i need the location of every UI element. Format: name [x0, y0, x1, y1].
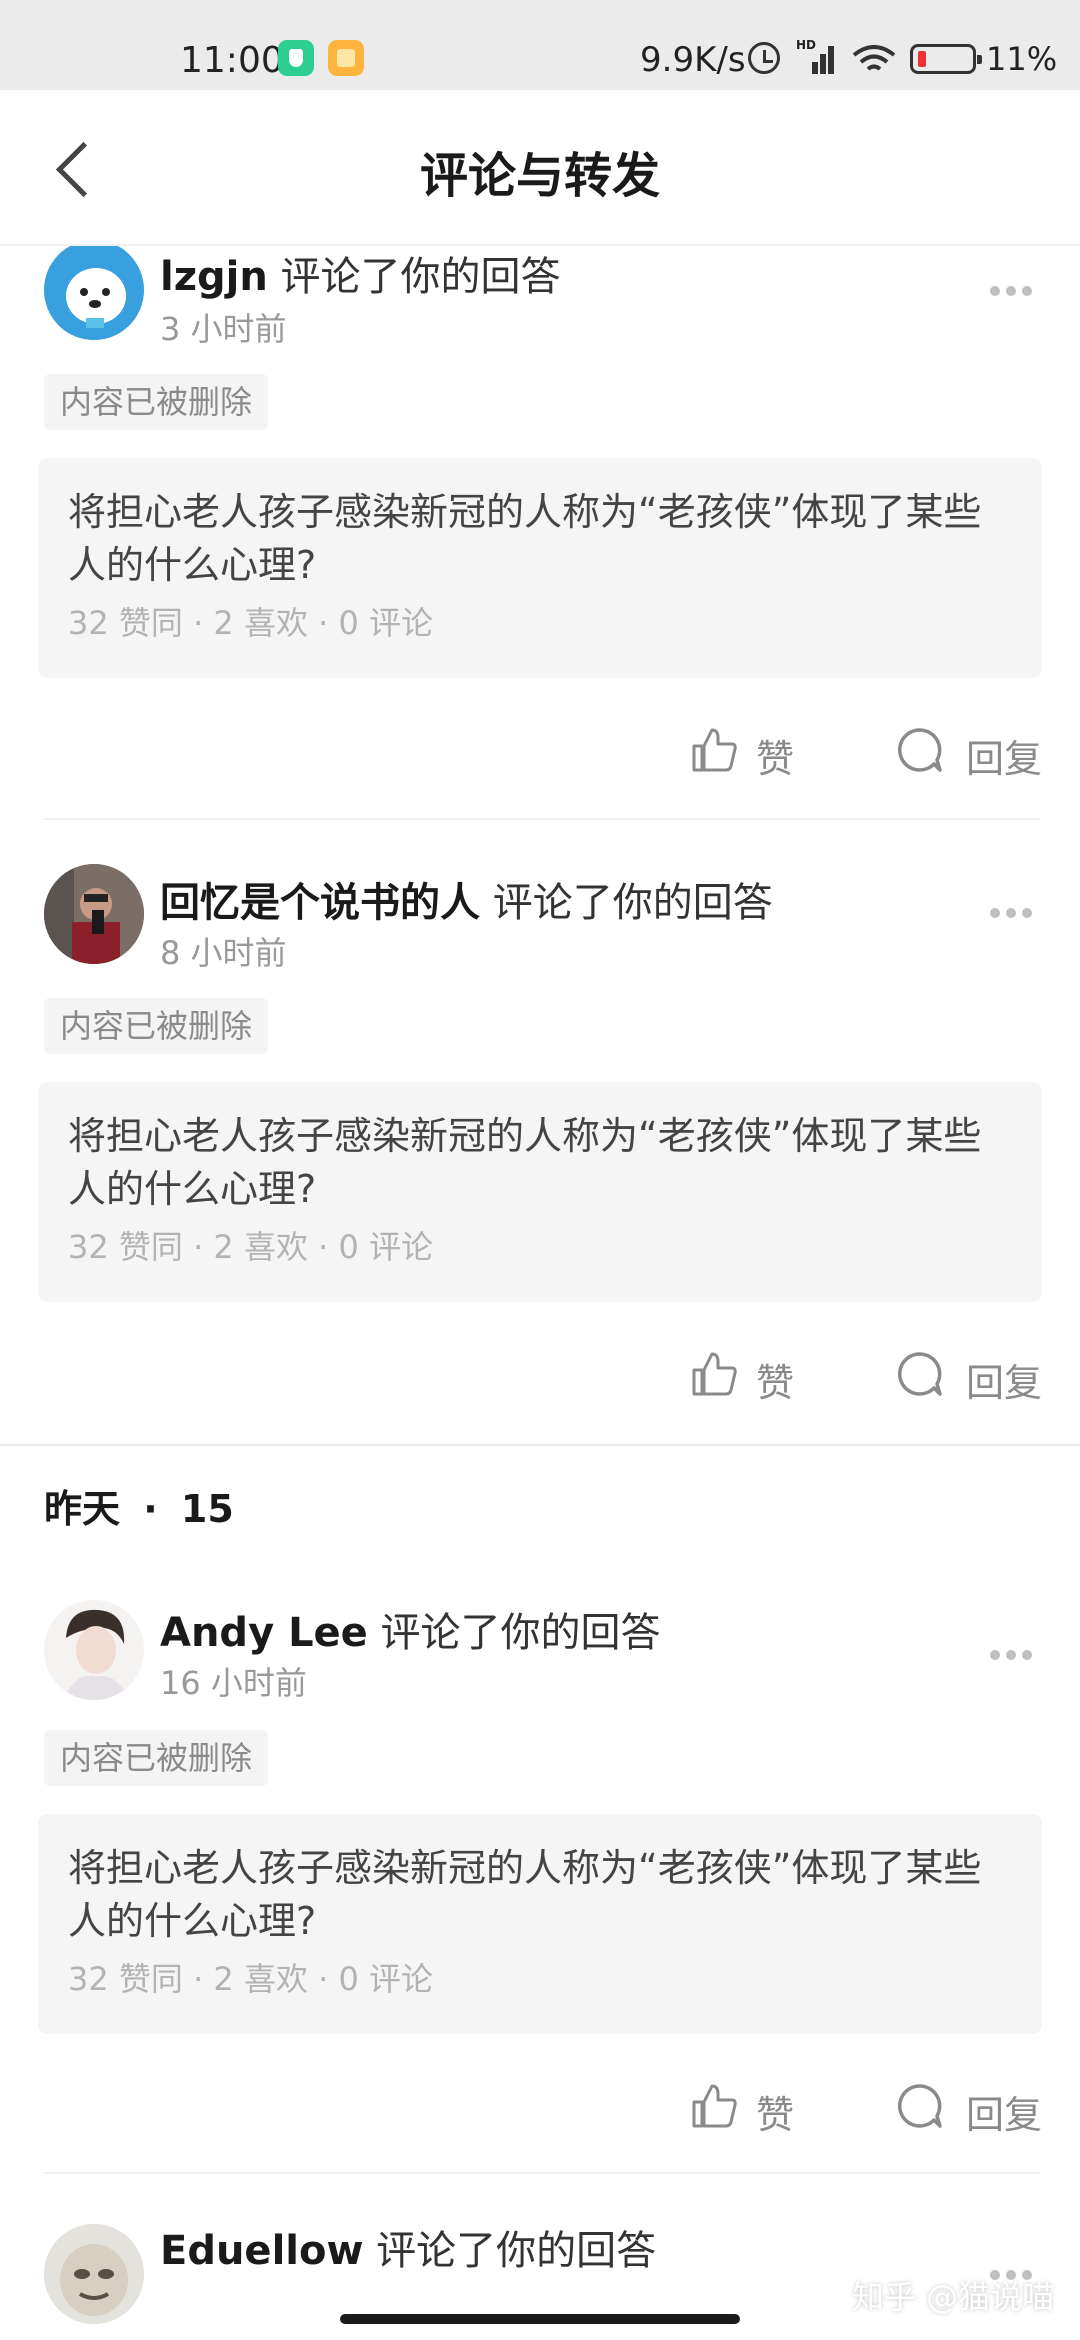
question-title: 将担心老人孩子感染新冠的人称为“老孩侠”体现了某些人的什么心理? [68, 1114, 982, 1211]
battery-percent: 11% [986, 40, 1058, 78]
question-card[interactable]: 将担心老人孩子感染新冠的人称为“老孩侠”体现了某些人的什么心理? 32 赞同 ·… [38, 1814, 1042, 2034]
more-dots-icon[interactable] [990, 1644, 1036, 1664]
notification-card[interactable]: 回忆是个说书的人 评论了你的回答 8 小时前 内容已被删除 将担心老人孩子感染新… [0, 864, 1080, 1438]
reply-button[interactable]: 回复 [896, 722, 1046, 782]
signal-icon [796, 40, 836, 74]
divider [44, 818, 1040, 820]
comment-bubble-icon [897, 1352, 942, 1396]
question-card[interactable]: 将担心老人孩子感染新冠的人称为“老孩侠”体现了某些人的什么心理? 32 赞同 ·… [38, 1082, 1042, 1302]
like-button[interactable]: 赞 [690, 2078, 810, 2138]
section-label: 昨天 [44, 1487, 121, 1531]
avatar[interactable] [44, 2224, 144, 2324]
deleted-tag: 内容已被删除 [44, 1730, 269, 1786]
thumb-up-icon [692, 1352, 737, 1396]
question-card[interactable]: 将担心老人孩子感染新冠的人称为“老孩侠”体现了某些人的什么心理? 32 赞同 ·… [38, 458, 1042, 678]
alarm-icon [748, 42, 780, 74]
notification-headline: lzgjn 评论了你的回答 [160, 246, 561, 302]
section-header: 昨天 · 15 [44, 1487, 234, 1531]
avatar[interactable] [44, 864, 144, 964]
wifi-icon [852, 44, 896, 74]
security-app-icon [278, 40, 314, 76]
reply-button[interactable]: 回复 [896, 1346, 1046, 1406]
section-count: 15 [180, 1487, 234, 1531]
username[interactable]: lzgjn [160, 254, 268, 300]
avatar[interactable] [44, 1600, 144, 1700]
thumb-up-icon [692, 2084, 737, 2128]
like-label: 赞 [756, 737, 795, 781]
username[interactable]: 回忆是个说书的人 [160, 880, 480, 926]
home-indicator[interactable] [340, 2314, 740, 2324]
reply-label: 回复 [966, 1361, 1043, 1405]
question-title: 将担心老人孩子感染新冠的人称为“老孩侠”体现了某些人的什么心理? [68, 490, 982, 587]
reply-button[interactable]: 回复 [896, 2078, 1046, 2138]
more-dots-icon[interactable] [990, 902, 1036, 922]
section-separator [0, 1444, 1080, 1446]
notification-headline: Eduellow 评论了你的回答 [160, 2218, 656, 2276]
page-title: 评论与转发 [419, 148, 660, 204]
notification-time: 3 小时前 [160, 310, 287, 348]
deleted-tag: 内容已被删除 [44, 998, 269, 1054]
comment-bubble-icon [897, 2084, 942, 2128]
notification-headline: 回忆是个说书的人 评论了你的回答 [160, 870, 773, 928]
notification-time: 8 小时前 [160, 934, 287, 972]
notification-feed[interactable]: lzgjn 评论了你的回答 3 小时前 内容已被删除 将担心老人孩子感染新冠的人… [0, 246, 1080, 2340]
question-stats: 32 赞同 · 2 喜欢 · 0 评论 [68, 1960, 433, 1998]
question-title: 将担心老人孩子感染新冠的人称为“老孩侠”体现了某些人的什么心理? [68, 1846, 982, 1943]
watermark: 知乎 @猫说喵 [852, 2278, 1055, 2316]
username[interactable]: Andy Lee [160, 1610, 368, 1656]
net-speed: 9.9K/s [640, 40, 746, 80]
header: 评论与转发 [0, 90, 1080, 246]
deleted-tag: 内容已被删除 [44, 374, 269, 430]
status-bar: 11:00 9.9K/s HD 11% [0, 0, 1080, 90]
notification-action: 评论了你的回答 [376, 2228, 657, 2274]
username[interactable]: Eduellow [160, 2228, 363, 2274]
notification-card[interactable]: lzgjn 评论了你的回答 3 小时前 内容已被删除 将担心老人孩子感染新冠的人… [0, 246, 1080, 820]
screen: 11:00 9.9K/s HD 11% 评论与转发 lzgjn 评论了你的回答 … [0, 0, 1080, 2340]
question-stats: 32 赞同 · 2 喜欢 · 0 评论 [68, 604, 433, 642]
like-label: 赞 [756, 1361, 795, 1405]
avatar[interactable] [44, 246, 144, 340]
thumb-up-icon [692, 728, 737, 772]
notification-action: 评论了你的回答 [380, 1610, 661, 1656]
question-stats: 32 赞同 · 2 喜欢 · 0 评论 [68, 1228, 433, 1266]
notes-app-icon [328, 40, 364, 76]
more-dots-icon[interactable] [990, 280, 1036, 300]
like-button[interactable]: 赞 [690, 1346, 810, 1406]
notification-card[interactable]: Andy Lee 评论了你的回答 16 小时前 内容已被删除 将担心老人孩子感染… [0, 1600, 1080, 2174]
reply-label: 回复 [966, 737, 1043, 781]
notification-action: 评论了你的回答 [492, 880, 773, 926]
like-label: 赞 [756, 2093, 795, 2137]
status-time: 11:00 [180, 40, 284, 81]
like-button[interactable]: 赞 [690, 722, 810, 782]
reply-label: 回复 [966, 2093, 1043, 2137]
divider [44, 2172, 1040, 2174]
notification-action: 评论了你的回答 [280, 254, 561, 300]
notification-time: 16 小时前 [160, 1664, 307, 1702]
battery-icon [910, 44, 982, 74]
notification-headline: Andy Lee 评论了你的回答 [160, 1600, 661, 1658]
comment-bubble-icon [897, 728, 942, 772]
